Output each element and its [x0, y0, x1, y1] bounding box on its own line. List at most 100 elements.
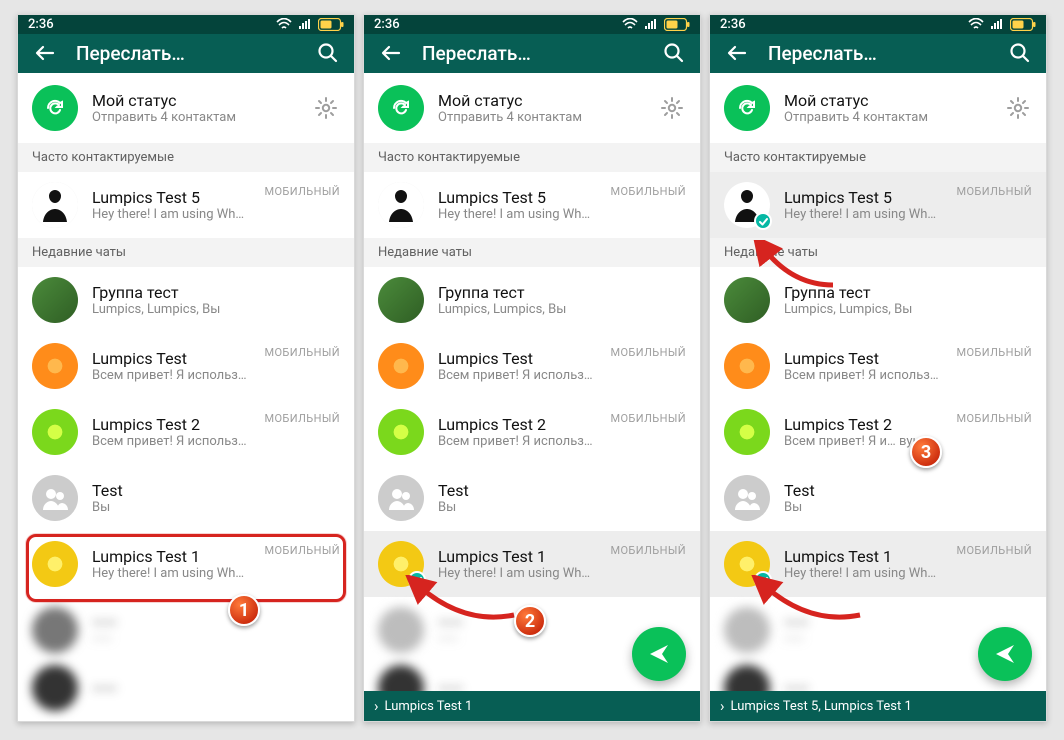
contact-row-group[interactable]: Группа тест Lumpics, Lumpics, Вы [364, 267, 700, 333]
back-button[interactable] [722, 39, 750, 67]
contact-tag: МОБИЛЬНЫЙ [264, 346, 340, 359]
contact-name: Группа тест [92, 283, 340, 302]
my-status-row[interactable]: Мой статус Отправить 4 контактам [710, 73, 1046, 143]
arrow-left-icon [725, 42, 747, 64]
status-right-icons [622, 18, 690, 31]
gear-icon [315, 97, 337, 119]
search-button[interactable] [1006, 39, 1034, 67]
status-settings-button[interactable] [658, 94, 686, 122]
contact-tag: МОБИЛЬНЫЙ [264, 544, 340, 557]
contact-name: Test [438, 481, 686, 500]
contact-tag: МОБИЛЬНЫЙ [610, 544, 686, 557]
contact-name: Lumpics Test [438, 349, 596, 368]
contact-row-group[interactable]: Группа тест Lumpics, Lumpics, Вы [18, 267, 354, 333]
my-status-row[interactable]: Мой статус Отправить 4 контактам [18, 73, 354, 143]
avatar [32, 665, 78, 711]
status-right-icons [968, 18, 1036, 31]
contact-name: Lumpics Test 5 [92, 188, 250, 207]
avatar [724, 343, 770, 389]
contact-row-lumpics2[interactable]: Lumpics Test 2 Всем привет! Я и… вую Wha… [710, 399, 1046, 465]
contact-name: Lumpics Test 1 [784, 547, 942, 566]
status-right-icons [276, 18, 344, 31]
status-bar: 2:36 [710, 15, 1046, 34]
refresh-icon [43, 96, 67, 120]
contact-row-lumpics[interactable]: Lumpics Test Всем привет! Я использую Wh… [364, 333, 700, 399]
status-avatar [724, 85, 770, 131]
contact-row-lumpics1-selected[interactable]: Lumpics Test 1 Hey there! I am using Wha… [710, 531, 1046, 597]
header-title: Переслать… [76, 42, 296, 65]
contact-row-lumpics1-selected[interactable]: Lumpics Test 1 Hey there! I am using Wha… [364, 531, 700, 597]
my-status-title: Мой статус [92, 91, 298, 110]
send-fab[interactable] [978, 627, 1032, 681]
gear-icon [661, 97, 683, 119]
avatar [724, 409, 770, 455]
contact-row-lumpics1[interactable]: Lumpics Test 1 Hey there! I am using Wha… [18, 531, 354, 597]
avatar [724, 541, 770, 587]
section-recent: Недавние чаты [710, 238, 1046, 267]
status-bar: 2:36 [364, 15, 700, 34]
signal-icon [990, 18, 1004, 30]
my-status-row[interactable]: Мой статус Отправить 4 контактам [364, 73, 700, 143]
my-status-subtitle: Отправить 4 контактам [784, 110, 990, 125]
contact-row-lumpics5[interactable]: Lumpics Test 5 Hey there! I am using Wha… [364, 172, 700, 238]
back-button[interactable] [376, 39, 404, 67]
send-icon [992, 641, 1018, 667]
section-recent: Недавние чаты [18, 238, 354, 267]
avatar [378, 475, 424, 521]
contact-row-lumpics[interactable]: Lumpics Test Всем привет! Я использую Wh… [710, 333, 1046, 399]
contact-row-test[interactable]: Test Вы [18, 465, 354, 531]
check-icon [758, 575, 769, 586]
contact-row-lumpics5[interactable]: Lumpics Test 5 Hey there! I am using Wha… [18, 172, 354, 238]
contact-row-blurred: —— [18, 663, 354, 721]
contact-tag: МОБИЛЬНЫЙ [264, 412, 340, 425]
my-status-subtitle: Отправить 4 контактам [92, 110, 298, 125]
phone-screenshot-3: 2:36 Переслать… Мой статус Отправить 4 к… [709, 14, 1047, 722]
contact-row-lumpics[interactable]: Lumpics Test Всем привет! Я использую Wh… [18, 333, 354, 399]
wifi-icon [968, 18, 984, 30]
status-avatar [378, 85, 424, 131]
contact-name: —— [92, 613, 340, 632]
contact-row-test[interactable]: Test Вы [364, 465, 700, 531]
my-status-title: Мой статус [784, 91, 990, 110]
contact-name: Lumpics Test 1 [92, 547, 250, 566]
contact-subtitle: Lumpics, Lumpics, Вы [92, 302, 340, 317]
contact-row-test[interactable]: Test Вы [710, 465, 1046, 531]
check-badge [754, 212, 772, 230]
person-silhouette-icon [378, 182, 424, 228]
selection-bar: › Lumpics Test 1 [364, 691, 700, 721]
check-icon [412, 575, 423, 586]
avatar [724, 607, 770, 653]
search-button[interactable] [660, 39, 688, 67]
send-fab[interactable] [632, 627, 686, 681]
contact-status: Всем привет! Я и… вую WhatsApp. [784, 434, 942, 449]
gear-icon [1007, 97, 1029, 119]
avatar [32, 475, 78, 521]
contact-row-group[interactable]: Группа тест Lumpics, Lumpics, Вы [710, 267, 1046, 333]
avatar [32, 541, 78, 587]
check-badge [754, 571, 772, 589]
contact-status: Hey there! I am using WhatsApp. [92, 566, 250, 581]
contact-status: Всем привет! Я использую WhatsApp. [92, 368, 250, 383]
search-button[interactable] [314, 39, 342, 67]
status-time: 2:36 [28, 17, 54, 32]
contact-row-lumpics2[interactable]: Lumpics Test 2 Всем привет! Я использую … [364, 399, 700, 465]
contact-name: —— [92, 679, 340, 698]
my-status-title: Мой статус [438, 91, 644, 110]
avatar [32, 277, 78, 323]
avatar [724, 182, 770, 228]
status-settings-button[interactable] [312, 94, 340, 122]
contact-subtitle: Lumpics, Lumpics, Вы [438, 302, 686, 317]
group-icon [40, 483, 70, 513]
group-icon [732, 483, 762, 513]
contact-status: Всем привет! Я использую WhatsApp. [438, 434, 596, 449]
contact-name: Lumpics Test [92, 349, 250, 368]
status-settings-button[interactable] [1004, 94, 1032, 122]
contact-row-lumpics2[interactable]: Lumpics Test 2 Всем привет! Я использую … [18, 399, 354, 465]
status-bar: 2:36 [18, 15, 354, 34]
contact-row-lumpics5-selected[interactable]: Lumpics Test 5 Hey there! I am using Wha… [710, 172, 1046, 238]
contact-tag: МОБИЛЬНЫЙ [956, 544, 1032, 557]
header-title: Переслать… [422, 42, 642, 65]
arrow-left-icon [33, 42, 55, 64]
back-button[interactable] [30, 39, 58, 67]
contact-subtitle: Вы [438, 500, 686, 515]
